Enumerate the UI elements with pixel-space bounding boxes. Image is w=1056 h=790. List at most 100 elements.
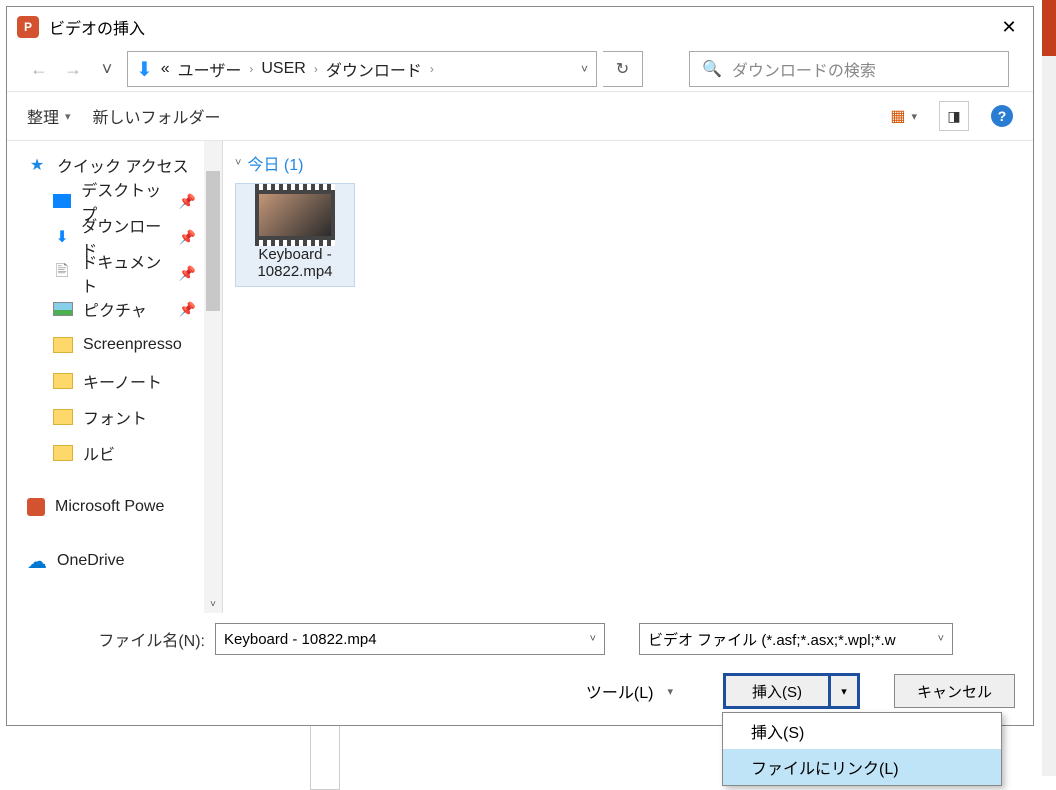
sidebar-item-keynote[interactable]: キーノート [27,363,222,399]
file-list: ˅ 今日 (1) Keyboard - 10822.mp4 [223,141,1033,613]
caret-down-icon: ▾ [65,110,71,123]
folder-icon [53,409,73,425]
chevron-right-icon: › [314,62,318,76]
search-placeholder: ダウンロードの検索 [732,57,876,81]
sidebar-label: OneDrive [57,552,125,570]
breadcrumb[interactable]: ⬇ « ユーザー › USER › ダウンロード › ˅ [127,51,597,87]
caret-down-icon[interactable]: ˅ [590,633,596,645]
organize-label: 整理 [27,104,59,128]
search-input[interactable]: 🔍 ダウンロードの検索 [689,51,1009,87]
menu-label: 挿入(S) [751,719,804,743]
nav-row: ← → ˅ ⬇ « ユーザー › USER › ダウンロード › ˅ ↻ 🔍 ダ… [7,47,1033,91]
refresh-button[interactable]: ↻ [603,51,643,87]
filename-input[interactable]: Keyboard - 10822.mp4 ˅ [215,623,605,655]
sidebar-item-pictures[interactable]: ピクチャ 📌 [27,291,222,327]
filename-label: ファイル名(N): [25,627,205,651]
back-button[interactable]: ← [25,55,53,83]
crumb-users[interactable]: ユーザー [178,57,242,81]
caret-down-icon: ▾ [911,110,917,123]
crumb-prefix: « [161,60,170,78]
group-label: 今日 (1) [247,151,303,175]
crumb-downloads[interactable]: ダウンロード [326,57,422,81]
sidebar-label: フォント [83,405,147,429]
search-icon: 🔍 [702,59,722,79]
sidebar-label: ドキュメント [81,249,168,297]
sidebar-label: ルビ [83,441,115,465]
chevron-down-icon: ˅ [235,157,241,169]
forward-button[interactable]: → [59,55,87,83]
pin-icon: 📌 [179,229,196,246]
location-icon: ⬇ [136,57,153,82]
menu-label: ファイルにリンク(L) [751,755,899,779]
scrollbar[interactable]: ˅ [204,141,222,613]
sidebar-item-powerpoint[interactable]: Microsoft Powe [27,489,222,525]
up-button[interactable]: ˅ [93,55,121,83]
group-header[interactable]: ˅ 今日 (1) [235,151,1021,175]
sidebar-label: ピクチャ [83,297,147,321]
desktop-icon [53,194,71,208]
insert-dropdown-button[interactable]: ▾ [831,676,857,706]
sidebar-item-font[interactable]: フォント [27,399,222,435]
cloud-icon: ☁ [27,551,47,571]
cancel-label: キャンセル [917,681,992,702]
menu-item-link-to-file[interactable]: ファイルにリンク(L) [723,749,1001,785]
scroll-down-button[interactable]: ˅ [206,597,220,611]
pictures-icon [53,302,73,316]
sidebar-item-onedrive[interactable]: ☁ OneDrive [27,543,222,579]
organize-button[interactable]: 整理 ▾ [27,104,71,128]
filename-value: Keyboard - 10822.mp4 [224,631,377,648]
filetype-select[interactable]: ビデオ ファイル (*.asf;*.asx;*.wpl;*.w ˅ [639,623,953,655]
insert-split-button: 挿入(S) ▾ [723,673,860,709]
sidebar-item-ruby[interactable]: ルビ [27,435,222,471]
view-options-button[interactable]: ▦▾ [890,106,917,126]
app-background [1042,56,1056,776]
pin-icon: 📌 [179,301,196,318]
insert-menu: 挿入(S) ファイルにリンク(L) [722,712,1002,786]
chevron-right-icon: › [430,62,434,76]
caret-down-icon: ▾ [667,685,673,698]
crumb-user[interactable]: USER [261,60,305,78]
file-dialog: P ビデオの挿入 ✕ ← → ˅ ⬇ « ユーザー › USER › ダウンロー… [6,6,1034,726]
document-icon: 🖹 [53,263,71,283]
video-thumbnail [255,190,335,240]
preview-pane-button[interactable]: ◨ [939,101,969,131]
download-icon: ⬇ [53,227,71,247]
sidebar-item-screenpresso[interactable]: Screenpresso [27,327,222,363]
filetype-value: ビデオ ファイル (*.asf;*.asx;*.wpl;*.w [648,629,896,650]
new-folder-button[interactable]: 新しいフォルダー [93,104,221,128]
insert-label: 挿入(S) [752,681,802,702]
menu-item-insert[interactable]: 挿入(S) [723,713,1001,749]
dialog-title: ビデオの挿入 [49,15,145,39]
ruler [310,720,340,790]
sidebar-label: Screenpresso [83,336,182,354]
folder-icon [53,445,73,461]
sidebar: ★ クイック アクセス デスクトップ 📌 ⬇ ダウンロード 📌 🖹 ドキュメント… [7,141,223,613]
tools-button[interactable]: ツール(L) ▾ [586,679,673,703]
pin-icon: 📌 [179,193,196,210]
new-folder-label: 新しいフォルダー [93,104,221,128]
titlebar: P ビデオの挿入 ✕ [7,7,1033,47]
path-expand[interactable]: ˅ [581,62,588,76]
scrollbar-thumb[interactable] [206,171,220,311]
close-button[interactable]: ✕ [985,7,1033,47]
bottom-panel: ファイル名(N): Keyboard - 10822.mp4 ˅ ビデオ ファイ… [7,613,1033,725]
file-name: Keyboard - 10822.mp4 [242,246,348,280]
sidebar-label: Microsoft Powe [55,498,164,516]
app-accent [1042,0,1056,56]
main-area: ★ クイック アクセス デスクトップ 📌 ⬇ ダウンロード 📌 🖹 ドキュメント… [7,141,1033,613]
file-item[interactable]: Keyboard - 10822.mp4 [235,183,355,287]
cancel-button[interactable]: キャンセル [894,674,1015,708]
pin-icon: 📌 [179,265,196,282]
powerpoint-icon: P [17,16,39,38]
tools-label: ツール(L) [586,679,654,703]
sidebar-item-documents[interactable]: 🖹 ドキュメント 📌 [27,255,222,291]
sidebar-label: キーノート [83,369,162,393]
folder-icon [53,337,73,353]
insert-button[interactable]: 挿入(S) [726,676,831,706]
caret-down-icon[interactable]: ˅ [938,633,944,645]
star-icon: ★ [27,155,47,175]
folder-icon [53,373,73,389]
sidebar-label: クイック アクセス [57,153,189,177]
toolbar: 整理 ▾ 新しいフォルダー ▦▾ ◨ ? [7,91,1033,141]
help-button[interactable]: ? [991,105,1013,127]
